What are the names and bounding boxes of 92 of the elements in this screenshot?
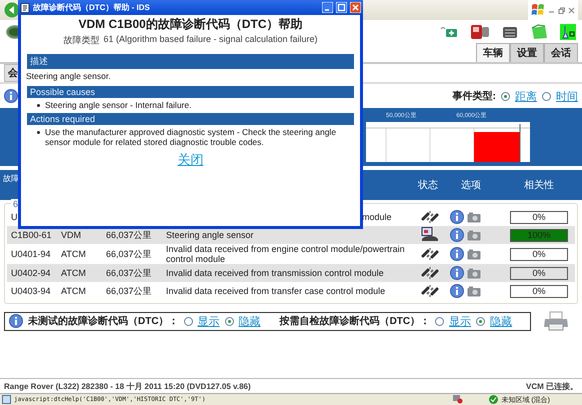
camera-icon[interactable] (467, 230, 481, 240)
camera-icon[interactable] (467, 286, 481, 296)
radio-button[interactable] (501, 92, 510, 100)
radio-button[interactable] (476, 316, 486, 326)
table-cell-text: U (10, 212, 18, 222)
table-cell-text: module (361, 212, 393, 222)
column-header: 选项 (460, 178, 482, 192)
battery-icon[interactable] (502, 24, 518, 38)
close-link[interactable]: 关闭 (178, 151, 204, 169)
radio-label[interactable]: 隐藏 (238, 314, 261, 328)
table-cell-text: Invalid data received from engine control module/powertrain control module (165, 244, 406, 264)
fault-type-label: 故障类型 (63, 34, 100, 47)
list-item: Steering angle sensor - Internal failure. (45, 100, 192, 110)
table-cell-text: VDM (60, 230, 82, 240)
maximize-icon[interactable] (336, 2, 347, 13)
camera-icon[interactable] (467, 212, 481, 222)
windows-flag-icon (531, 3, 545, 17)
section-text: Steering angle sensor. (25, 70, 112, 83)
box-icon[interactable] (530, 24, 548, 40)
legend-label: 未测试的故障诊断代码（DTC）： (28, 314, 179, 328)
section-header: Actions required (27, 113, 354, 125)
info-icon[interactable] (9, 314, 23, 328)
probe-icon[interactable] (560, 24, 576, 40)
connection-status: VCM 已连接。 (526, 380, 578, 392)
radio-label[interactable]: 显示 (449, 314, 472, 328)
first-aid-kit-icon[interactable] (440, 26, 458, 38)
radio-label[interactable]: 时间 (556, 88, 578, 104)
column-header: 故障 (2, 173, 20, 184)
relevance-value: 100% (526, 230, 552, 240)
radio-label[interactable]: 显示 (198, 314, 220, 328)
page-icon (2, 395, 11, 404)
section-header: 描述 (27, 54, 354, 69)
broken-chain-icon (421, 210, 439, 224)
radio-button[interactable] (542, 92, 551, 100)
relevance-value: 0% (531, 212, 546, 222)
relevance-value: 0% (531, 268, 546, 278)
info-icon[interactable] (450, 266, 464, 280)
dialog-heading: VDM C1B00的故障诊断代码（DTC）帮助 (77, 16, 304, 33)
radio-button[interactable] (184, 316, 193, 326)
table-cell-text: 66,037公里 (105, 284, 153, 298)
camera-icon[interactable] (467, 248, 481, 260)
tab[interactable]: 会话 (544, 43, 578, 62)
page-icon (20, 2, 30, 12)
table-cell-text: U0402-94 (10, 268, 52, 278)
table-cell-text: Steering angle sensor (165, 230, 255, 240)
table-cell-text: 66,037公里 (105, 266, 153, 280)
list-item: Use the manufacturer approved diagnostic system - Check the steering angle sensor module for related stored diagnostic trouble codes. (45, 127, 338, 147)
table-cell-text: ATCM (60, 286, 87, 296)
minimize-icon[interactable] (322, 2, 333, 13)
radio-label[interactable]: 隐藏 (490, 314, 512, 328)
info-icon[interactable] (4, 89, 18, 103)
column-header: 状态 (417, 178, 439, 192)
section-header: Possible causes (27, 86, 354, 98)
restore-icon[interactable] (558, 6, 565, 14)
blocked-icon (453, 395, 464, 404)
table-cell-text: 66,037公里 (105, 228, 153, 242)
info-icon[interactable] (450, 228, 464, 242)
device-icon[interactable] (470, 24, 490, 40)
broken-chain-icon (421, 284, 439, 298)
bullet-icon (37, 131, 40, 134)
bullet-icon (37, 104, 40, 107)
legend-label: 按需自检故障诊断代码（DTC）： (280, 314, 430, 328)
broken-chain-icon (421, 247, 439, 261)
monitor-car-icon (421, 227, 439, 243)
table-cell-text: Invalid data received from transmission control module (165, 268, 385, 278)
event-type-label: 事件类型: (452, 90, 496, 103)
fault-type: 61 (Algorithm based failure - signal calculation failure) (103, 34, 318, 46)
relevance-value: 0% (531, 248, 546, 260)
close-icon[interactable] (568, 6, 575, 14)
table-cell-text: C1B00-61 (10, 230, 53, 240)
relevance-value: 0% (531, 286, 546, 296)
tab[interactable]: 设置 (510, 43, 544, 62)
table-cell-text: ATCM (60, 249, 87, 259)
table-cell-text: 66,037公里 (105, 248, 153, 260)
tab[interactable]: 车辆 (476, 43, 510, 62)
table-cell-text: Invalid data received from transfer case control module (165, 286, 386, 296)
radio-button[interactable] (435, 316, 444, 326)
table-cell-text: U0403-94 (10, 286, 52, 296)
table-cell-text: U0401-94 (10, 249, 52, 259)
camera-icon[interactable] (467, 268, 481, 278)
vehicle-info: Range Rover (L322) 282380 - 18 十月 2011 15:20 (DVD127.05 v.86) (4, 380, 251, 392)
info-icon[interactable] (450, 284, 464, 298)
info-icon[interactable] (450, 210, 464, 224)
printer-icon[interactable] (543, 311, 570, 331)
info-icon[interactable] (450, 247, 464, 261)
radio-label[interactable]: 距离 (515, 88, 537, 104)
broken-chain-icon (421, 266, 439, 280)
column-header: 相关性 (523, 178, 555, 192)
radio-button[interactable] (224, 316, 234, 326)
window-title: 故障诊断代码（DTC）帮助 - IDS (33, 2, 150, 13)
check-icon (489, 395, 498, 404)
table-cell-text: ATCM (60, 268, 87, 278)
